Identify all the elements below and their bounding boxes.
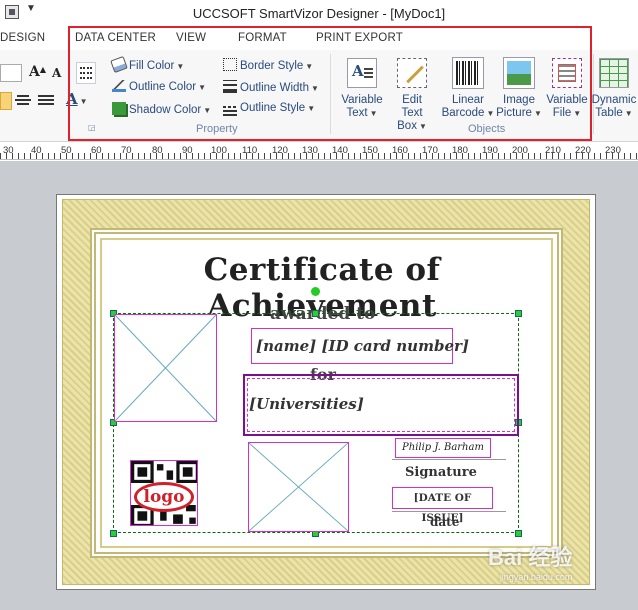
resize-handle[interactable] [312,310,319,317]
horizontal-ruler: 30 40 50 60 70 80 90 100 110 120 130 140… [0,142,638,160]
date-label[interactable]: date [430,515,459,529]
resize-handle[interactable] [110,530,117,537]
align-center-icon[interactable] [15,94,31,108]
signature-label[interactable]: Signature [405,465,477,480]
stamp-placeholder[interactable] [248,442,349,532]
watermark-text: Bai 经验 [488,545,573,570]
align-justify-icon[interactable] [38,94,54,108]
window-title: UCCSOFT SmartVizor Designer - [MyDoc1] [192,6,446,21]
align-left-icon[interactable] [0,92,12,110]
name-id-field[interactable]: [name] [ID card number] [251,328,469,364]
grow-font-button[interactable]: A▲ [29,64,49,82]
dynamic-table-label-2: Table [595,107,623,119]
date-line [392,511,506,512]
font-size-box[interactable] [0,64,22,82]
logo-badge[interactable]: logo [134,482,194,512]
signature-line [392,459,506,460]
tab-design[interactable]: DESIGN [0,32,45,44]
placeholder-cross-icon [249,443,348,531]
watermark-url: jingyan.baidu.com [499,572,573,582]
title-bar: ▼ UCCSOFT SmartVizor Designer - [MyDoc1] [0,0,638,26]
grow-font-label: A [29,64,40,80]
resize-handle[interactable] [515,310,522,317]
signature-image[interactable]: Philip J. Barham [395,438,491,458]
shrink-font-label: A [52,66,62,80]
resize-handle[interactable] [515,530,522,537]
date-of-issue-field[interactable]: [DATE OF ISSUE] [392,487,493,524]
table-icon [599,58,629,88]
ribbon-highlight-box [68,26,592,141]
dynamic-table-button[interactable]: Dynamic Table ▼ [590,58,638,120]
dynamic-table-label-1: Dynamic [591,94,637,106]
shrink-font-button[interactable]: A [52,66,68,82]
rotate-handle[interactable] [311,287,320,296]
placeholder-cross-icon [115,315,216,421]
watermark: Bai 经验 jingyan.baidu.com [488,540,572,582]
ruler-ticks [0,153,638,159]
universities-field[interactable]: [Universities] [243,374,519,436]
photo-placeholder[interactable] [114,314,217,422]
